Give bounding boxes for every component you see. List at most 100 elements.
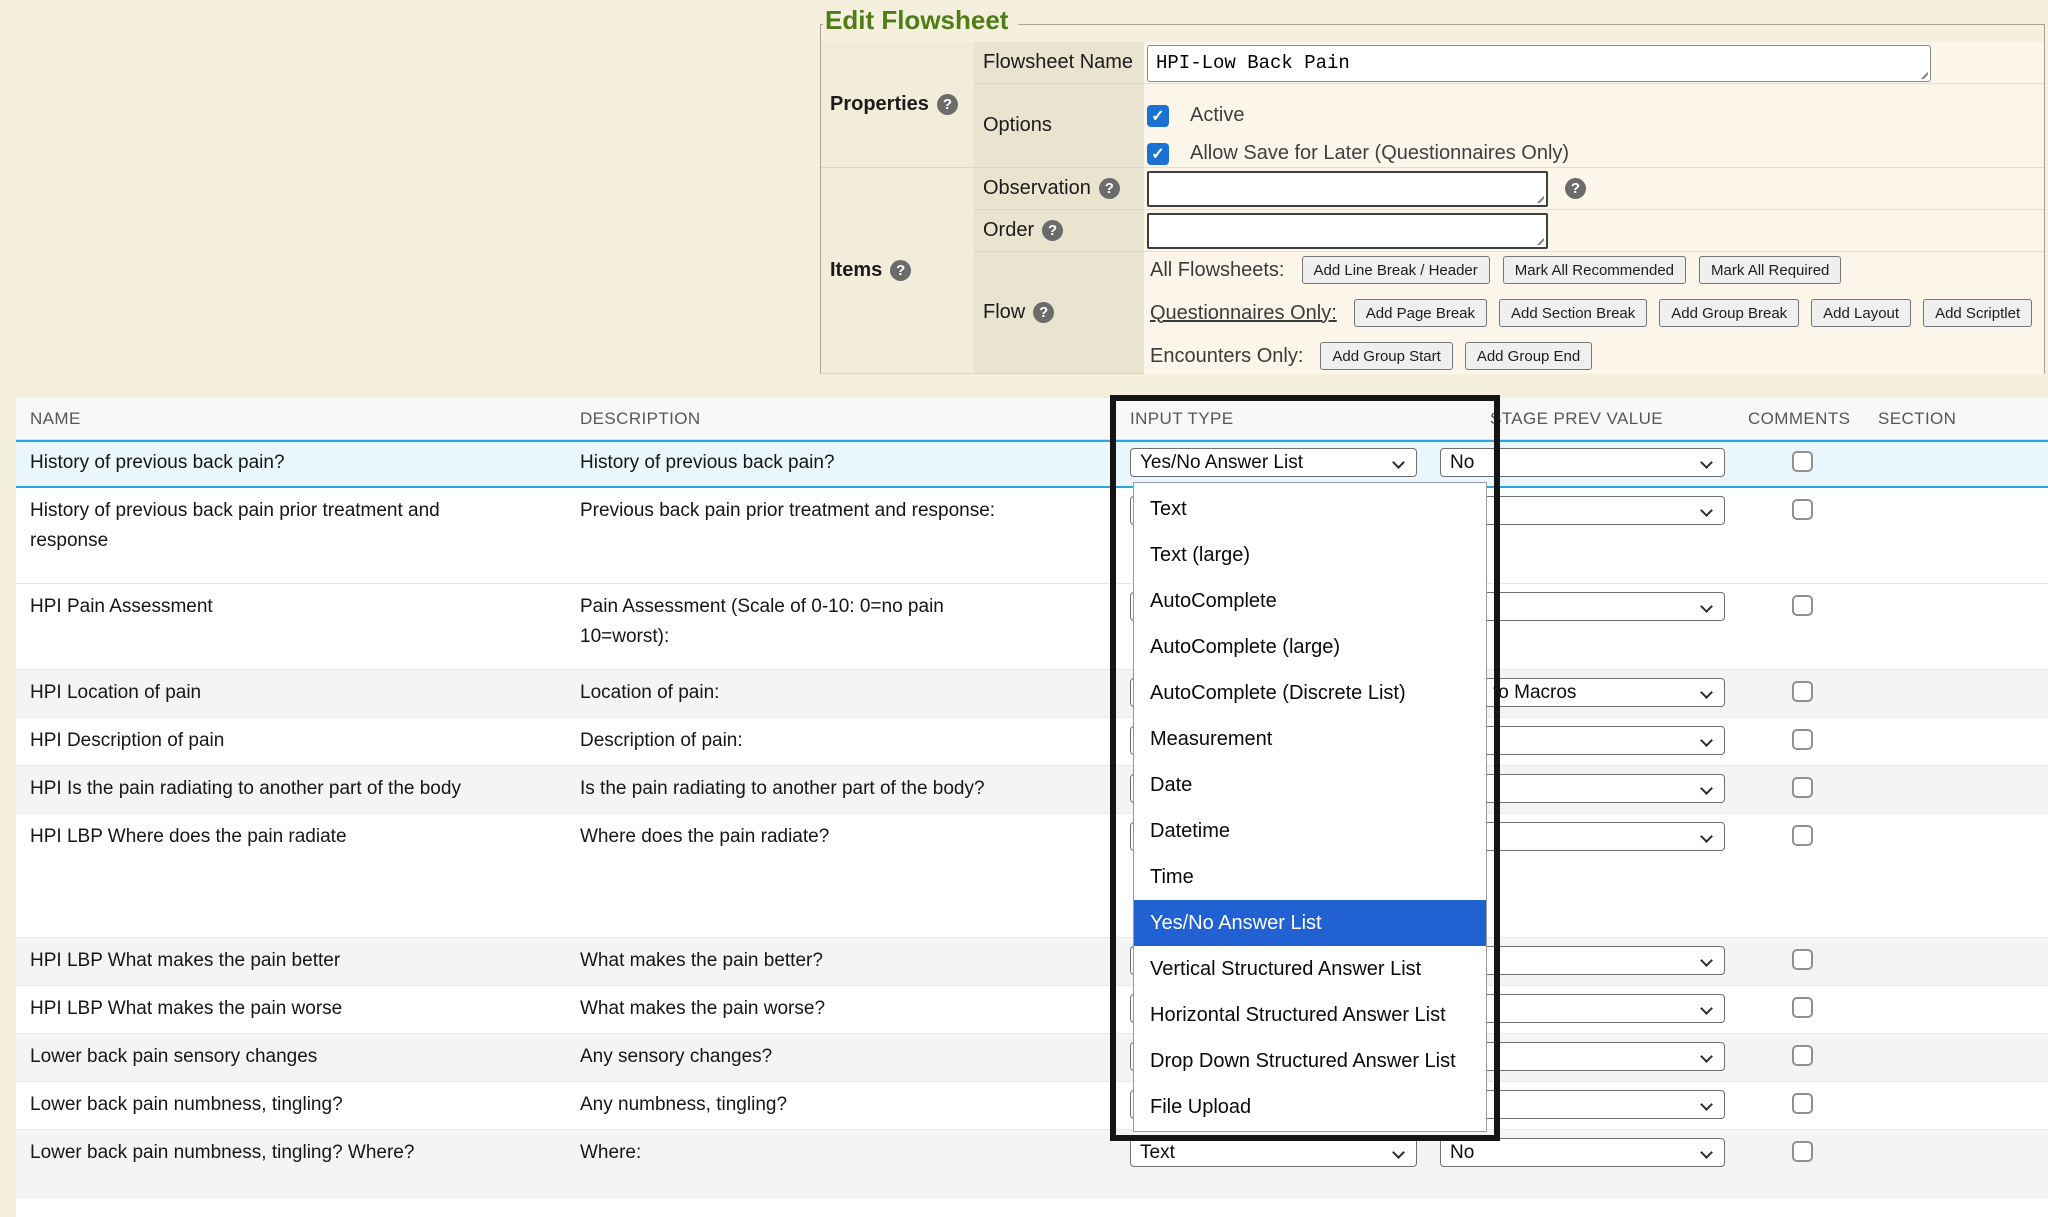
col-header-input-type: INPUT TYPE [1130, 398, 1234, 440]
properties-help-icon[interactable]: ? [937, 94, 958, 115]
flowsheet-name-label: Flowsheet Name [974, 42, 1144, 84]
input-type-dropdown: TextText (large)AutoCompleteAutoComplete… [1133, 482, 1487, 1132]
dropdown-option[interactable]: Horizontal Structured Answer List [1134, 992, 1486, 1038]
flow-button[interactable]: Add Page Break [1354, 299, 1487, 327]
row-description: Any numbness, tingling? [580, 1090, 1120, 1120]
flow-button[interactable]: Add Line Break / Header [1302, 256, 1490, 284]
dropdown-option[interactable]: AutoComplete (Discrete List) [1134, 670, 1486, 716]
resize-grip-icon[interactable] [1533, 234, 1544, 245]
stage-prev-value-select-value: No [1450, 452, 1474, 474]
observation-field-help-icon[interactable]: ? [1565, 178, 1586, 199]
table-row[interactable]: History of previous back pain prior trea… [16, 488, 2048, 584]
comments-checkbox[interactable] [1792, 1045, 1813, 1066]
table-row[interactable]: History of previous back pain?History of… [16, 440, 2048, 488]
questionnaires-only-label: Questionnaires Only: [1150, 302, 1337, 325]
row-description: What makes the pain worse? [580, 994, 1120, 1024]
table-row[interactable]: Lower back pain numbness, tingling? Wher… [16, 1130, 2048, 1198]
dropdown-option[interactable]: Datetime [1134, 808, 1486, 854]
observation-input[interactable] [1147, 171, 1548, 207]
flow-button[interactable]: Add Section Break [1499, 299, 1647, 327]
resize-grip-icon[interactable] [1917, 68, 1928, 79]
row-description: Pain Assessment (Scale of 0-10: 0=no pai… [580, 592, 1120, 652]
table-row[interactable]: HPI Description of painDescription of pa… [16, 718, 2048, 766]
allow-save-option-row: ✓ Allow Save for Later (Questionnaires O… [1147, 142, 1569, 165]
items-help-icon[interactable]: ? [890, 260, 911, 281]
flow-button[interactable]: Add Scriptlet [1923, 299, 2032, 327]
row-name: HPI Location of pain [30, 678, 525, 708]
flow-button[interactable]: Add Group Break [1659, 299, 1799, 327]
dropdown-option[interactable]: Text [1134, 486, 1486, 532]
comments-checkbox[interactable] [1792, 825, 1813, 846]
chevron-down-icon [1700, 734, 1713, 747]
comments-checkbox[interactable] [1792, 595, 1813, 616]
dropdown-option[interactable]: Time [1134, 854, 1486, 900]
col-header-stage-prev: STAGE PREV VALUE [1490, 398, 1663, 440]
input-type-select[interactable]: Text [1130, 1138, 1417, 1167]
comments-checkbox[interactable] [1792, 1141, 1813, 1162]
table-row[interactable]: HPI LBP What makes the pain worseWhat ma… [16, 986, 2048, 1034]
table-row[interactable]: HPI LBP What makes the pain betterWhat m… [16, 938, 2048, 986]
table-row[interactable]: HPI Is the pain radiating to another par… [16, 766, 2048, 814]
observation-help-icon[interactable]: ? [1099, 178, 1120, 199]
comments-checkbox[interactable] [1792, 729, 1813, 750]
stage-prev-value-select[interactable]: No [1440, 1138, 1725, 1167]
dropdown-option[interactable]: AutoComplete [1134, 578, 1486, 624]
chevron-down-icon [1700, 1098, 1713, 1111]
flow-button[interactable]: Mark All Recommended [1503, 256, 1686, 284]
flow-button[interactable]: Mark All Required [1699, 256, 1841, 284]
chevron-down-icon [1700, 782, 1713, 795]
chevron-down-icon [1700, 456, 1713, 469]
comments-checkbox[interactable] [1792, 997, 1813, 1018]
dropdown-option[interactable]: Measurement [1134, 716, 1486, 762]
row-name: HPI LBP What makes the pain better [30, 946, 525, 976]
row-name: History of previous back pain prior trea… [30, 496, 525, 556]
table-row[interactable]: HPI LBP Where does the pain radiateWhere… [16, 814, 2048, 938]
comments-checkbox[interactable] [1792, 1093, 1813, 1114]
comments-checkbox[interactable] [1792, 681, 1813, 702]
flow-help-icon[interactable]: ? [1033, 302, 1054, 323]
stage-prev-value-select-value: to Macros [1493, 682, 1576, 704]
dropdown-option[interactable]: Vertical Structured Answer List [1134, 946, 1486, 992]
dropdown-option[interactable]: Text (large) [1134, 532, 1486, 578]
allow-save-checkbox[interactable]: ✓ [1147, 143, 1169, 165]
row-description: Any sensory changes? [580, 1042, 1120, 1072]
dropdown-option[interactable]: Drop Down Structured Answer List [1134, 1038, 1486, 1084]
dropdown-option[interactable]: AutoComplete (large) [1134, 624, 1486, 670]
dropdown-option[interactable]: File Upload [1134, 1084, 1486, 1130]
active-checkbox[interactable]: ✓ [1147, 105, 1169, 127]
order-label: Order ? [974, 210, 1144, 252]
dropdown-option[interactable]: Date [1134, 762, 1486, 808]
observation-label: Observation ? [974, 168, 1144, 210]
row-description: Is the pain radiating to another part of… [580, 774, 1120, 804]
flow-button[interactable]: Add Group End [1465, 342, 1592, 370]
col-header-comments: COMMENTS [1748, 398, 1850, 440]
row-name: Lower back pain numbness, tingling? [30, 1090, 525, 1120]
chevron-down-icon [1700, 504, 1713, 517]
order-input[interactable] [1147, 213, 1548, 249]
chevron-down-icon [1700, 1002, 1713, 1015]
comments-checkbox[interactable] [1792, 451, 1813, 472]
row-name: HPI Is the pain radiating to another par… [30, 774, 525, 804]
chevron-down-icon [1392, 456, 1405, 469]
stage-prev-value-select[interactable]: No [1440, 448, 1725, 477]
flow-button[interactable]: Add Layout [1811, 299, 1911, 327]
table-row[interactable]: Lower back pain numbness, tingling? Any n… [16, 1082, 2048, 1130]
comments-checkbox[interactable] [1792, 499, 1813, 520]
flowsheet-name-input[interactable]: HPI-Low Back Pain [1147, 45, 1931, 82]
table-row[interactable]: Lower back pain sensory changesAny senso… [16, 1034, 2048, 1082]
table-row[interactable]: HPI Pain AssessmentPain Assessment (Scal… [16, 584, 2048, 670]
flow-button[interactable]: Add Group Start [1320, 342, 1452, 370]
encounters-only-row: Encounters Only: Add Group Start Add Grou… [1150, 342, 1592, 370]
encounters-only-label: Encounters Only: [1150, 345, 1303, 368]
resize-grip-icon[interactable] [1533, 192, 1544, 203]
comments-checkbox[interactable] [1792, 949, 1813, 970]
table-row[interactable]: HPI Location of painLocation of pain:to … [16, 670, 2048, 718]
comments-checkbox[interactable] [1792, 777, 1813, 798]
col-header-section: SECTION [1878, 398, 1956, 440]
input-type-select[interactable]: Yes/No Answer List [1130, 448, 1417, 477]
dropdown-option[interactable]: Yes/No Answer List [1134, 900, 1486, 946]
order-help-icon[interactable]: ? [1042, 220, 1063, 241]
row-name: History of previous back pain? [30, 448, 525, 478]
chevron-down-icon [1700, 600, 1713, 613]
row-description: Description of pain: [580, 726, 1120, 756]
